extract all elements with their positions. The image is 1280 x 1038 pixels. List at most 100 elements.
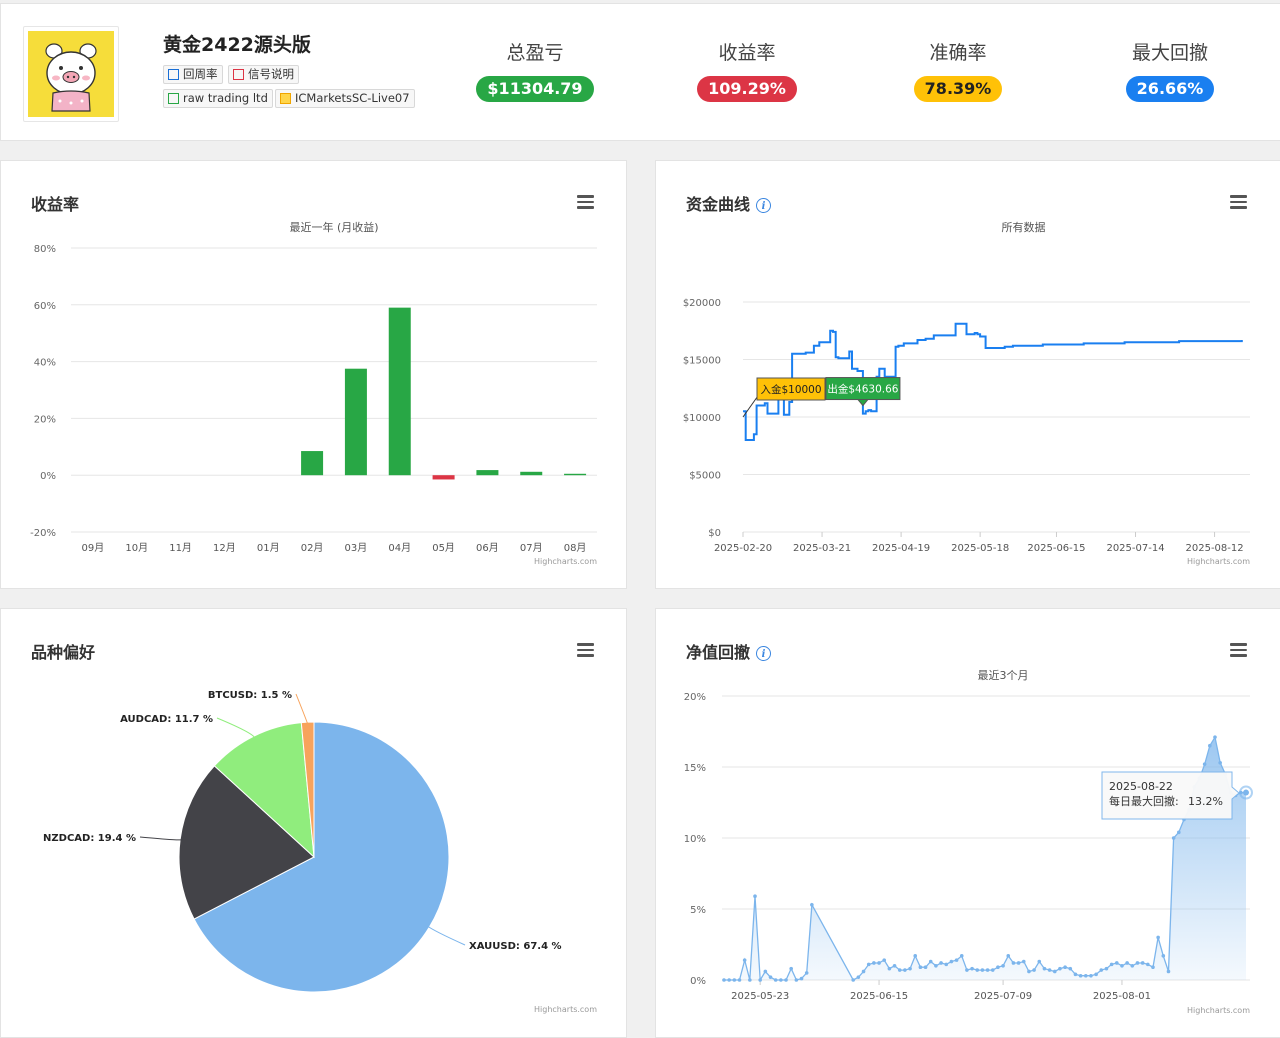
- data-point: [872, 961, 876, 965]
- data-point: [1032, 968, 1036, 972]
- data-point: [1083, 973, 1088, 978]
- y-tick-label: $0: [708, 528, 721, 539]
- drawdown-area-chart: 最近3个月 0% 5% 10% 15% 20% 2025-05-23 2025-06-15 20…: [684, 669, 1253, 1015]
- data-point: [799, 976, 804, 981]
- x-tick-label: 12月: [213, 542, 236, 554]
- x-tick-label: 2025-07-14: [1106, 543, 1164, 554]
- account-name: 黄金2422源头版: [163, 34, 311, 56]
- data-point: [1213, 735, 1217, 739]
- data-point: [944, 962, 949, 967]
- tooltip-label: 每日最大回撤:: [1109, 794, 1179, 808]
- x-tick-label: 08月: [564, 542, 587, 554]
- y-tick-label: 60%: [34, 301, 56, 312]
- data-point: [804, 971, 809, 975]
- tag-signal-desc[interactable]: 信号说明: [228, 65, 299, 84]
- data-point: [810, 902, 814, 907]
- x-tick-label: 2025-05-18: [951, 543, 1009, 554]
- data-point: [1021, 959, 1026, 964]
- x-tick-label: 04月: [388, 542, 411, 554]
- data-point: [939, 961, 943, 965]
- data-point: [1202, 762, 1207, 766]
- y-tick-label: $20000: [683, 298, 721, 309]
- y-tick-label: 15%: [684, 763, 706, 774]
- pig-avatar-icon: [28, 31, 114, 117]
- tag-server[interactable]: ICMarketsSC-Live07: [275, 89, 415, 108]
- bar: [388, 307, 411, 476]
- data-point: [1114, 961, 1119, 965]
- data-point: [954, 958, 959, 962]
- data-point: [722, 978, 726, 982]
- tooltip-marker: [1243, 789, 1249, 796]
- pie-label: NZDCAD: 19.4 %: [43, 833, 136, 844]
- stat-label: 总盈亏: [506, 42, 564, 64]
- chart-credits: Highcharts.com: [534, 557, 597, 566]
- data-point: [1161, 954, 1166, 958]
- data-point: [1073, 972, 1078, 977]
- y-tick-label: $10000: [683, 413, 721, 424]
- chart-credits: Highcharts.com: [1187, 1006, 1250, 1015]
- data-point: [923, 965, 928, 970]
- data-point: [1063, 965, 1067, 970]
- y-tick-label: 0%: [40, 471, 56, 482]
- data-point: [1006, 954, 1011, 958]
- y-tick-label: 80%: [34, 244, 56, 255]
- stat-value-pill: $11304.79: [476, 76, 594, 102]
- stat-value-pill: 109.29%: [697, 76, 797, 102]
- data-point: [1171, 836, 1176, 840]
- data-point: [949, 959, 954, 964]
- data-point: [1140, 961, 1145, 965]
- annotation-pointer: [856, 399, 870, 407]
- data-point: [742, 958, 747, 962]
- symbol-pie-chart: XAUUSD: 67.4 % NZDCAD: 19.4 % AUDCAD: 11.7…: [43, 690, 597, 1014]
- stat-max-drawdown: 最大回撤 26.66%: [1080, 38, 1260, 102]
- returns-bar-chart: 最近一年 (月收益) -20% 0% 20% 40% 60% 80% 09月 10月 11月 12月…: [30, 220, 597, 566]
- stat-accuracy: 准确率 78.39%: [868, 38, 1048, 102]
- data-point: [1166, 969, 1171, 974]
- bar: [564, 473, 587, 476]
- data-point: [1016, 961, 1021, 965]
- server-icon: [280, 93, 291, 104]
- data-point: [985, 968, 990, 972]
- data-point: [779, 978, 783, 982]
- y-tick-label: 10%: [684, 834, 706, 845]
- chart-subtitle: 最近3个月: [978, 669, 1029, 682]
- account-avatar[interactable]: [23, 26, 119, 122]
- broker-icon: [168, 93, 179, 104]
- data-point: [908, 966, 912, 971]
- data-point: [1089, 973, 1093, 978]
- pie-connector: [216, 717, 256, 739]
- data-point: [903, 968, 907, 972]
- bar: [344, 368, 367, 476]
- y-tick-label: 5%: [690, 905, 706, 916]
- data-point: [918, 965, 923, 970]
- data-point: [1125, 961, 1129, 965]
- data-point: [1042, 966, 1047, 971]
- data-point: [980, 968, 985, 972]
- data-point: [1151, 965, 1155, 970]
- stat-value-pill: 26.66%: [1125, 76, 1215, 102]
- stat-label: 准确率: [929, 42, 987, 64]
- data-point: [897, 968, 902, 972]
- returns-card: 收益率 最近一年 (月收益) -20% 0% 20% 40% 60% 80% 09月 10月 11…: [0, 160, 627, 589]
- chart-credits: Highcharts.com: [534, 1005, 597, 1014]
- data-point: [1146, 962, 1150, 967]
- y-tick-label: 20%: [34, 414, 56, 425]
- account-header: 黄金2422源头版 回周率 信号说明 raw trading ltd ICMar…: [0, 3, 1280, 141]
- data-point: [934, 964, 938, 968]
- stat-label: 收益率: [718, 42, 776, 64]
- data-point: [1037, 959, 1042, 964]
- tag-broker[interactable]: raw trading ltd: [163, 89, 273, 108]
- bar: [476, 470, 499, 476]
- x-tick-label: 2025-06-15: [850, 991, 908, 1002]
- bar: [432, 475, 455, 480]
- data-point: [913, 954, 918, 958]
- data-point: [1052, 969, 1057, 974]
- data-point: [758, 978, 762, 982]
- tag-cycle[interactable]: 回周率: [163, 65, 223, 84]
- x-tick-label: 11月: [169, 542, 192, 554]
- pie-label: BTCUSD: 1.5 %: [208, 690, 292, 701]
- x-tick-label: 06月: [476, 542, 499, 554]
- y-tick-label: 0%: [690, 976, 706, 987]
- symbol-preference-card: 品种偏好 XAUUSD: 67.4 % NZDCAD: 19.4 % AUDCAD:…: [0, 608, 627, 1038]
- pie-label: XAUUSD: 67.4 %: [469, 941, 562, 952]
